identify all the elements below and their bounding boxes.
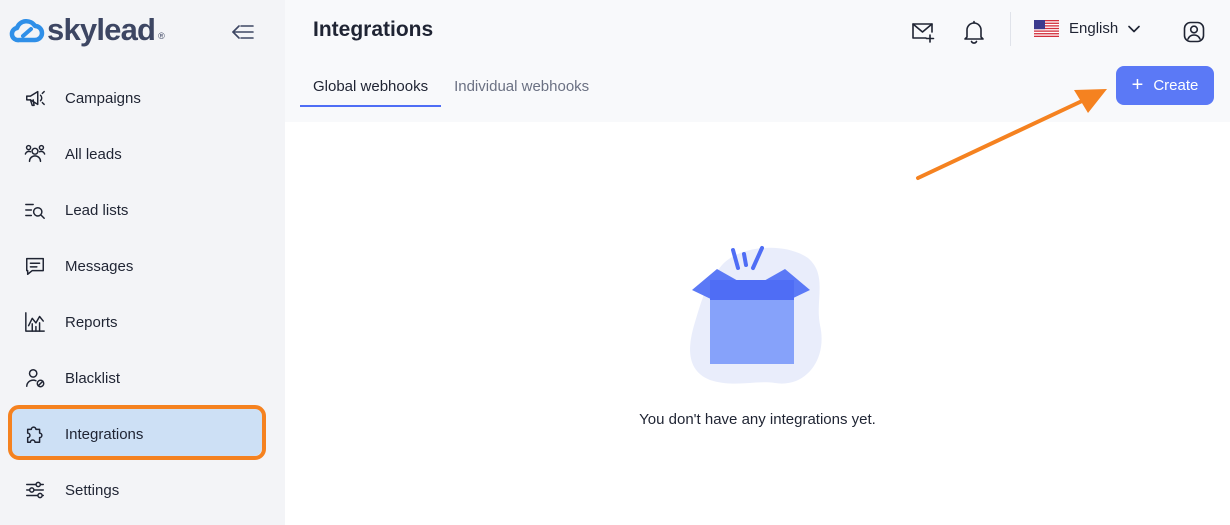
language-selector[interactable]: English — [1034, 20, 1141, 37]
collapse-sidebar-button[interactable] — [230, 20, 256, 44]
sidebar-item-campaigns[interactable]: Campaigns — [0, 70, 285, 126]
sidebar-item-reports[interactable]: Reports — [0, 294, 285, 350]
user-block-icon — [23, 366, 47, 390]
user-avatar-icon — [1183, 21, 1205, 43]
sliders-icon — [23, 478, 47, 502]
empty-box-illustration — [690, 246, 822, 384]
sidebar-item-label: All leads — [65, 145, 122, 163]
brand-name: skylead — [47, 12, 156, 47]
sidebar-item-label: Reports — [65, 313, 118, 331]
sidebar-item-label: Messages — [65, 257, 134, 275]
mail-plus-icon — [912, 23, 935, 43]
tab-individual-webhooks[interactable]: Individual webhooks — [441, 70, 602, 107]
page-title: Integrations — [313, 18, 434, 41]
sidebar-item-integrations[interactable]: Integrations — [0, 405, 285, 462]
megaphone-icon — [23, 86, 47, 110]
sidebar-item-label: Blacklist — [65, 369, 121, 387]
sidebar-item-messages[interactable]: Messages — [0, 238, 285, 294]
sidebar: skylead ® Campaigns All leads Lead lists… — [0, 0, 285, 525]
sidebar-item-label: Settings — [65, 481, 120, 499]
users-icon — [23, 142, 47, 166]
cloud-logo-icon — [9, 18, 45, 42]
empty-state-message: You don't have any integrations yet. — [639, 411, 876, 428]
sidebar-item-label: Integrations — [65, 425, 144, 443]
main-content: Integrations English Global webhooks Ind… — [285, 0, 1230, 525]
skylead-logo[interactable]: skylead ® — [9, 14, 165, 45]
sidebar-item-label: Campaigns — [65, 89, 141, 107]
invite-mail-button[interactable] — [909, 18, 937, 46]
sidebar-item-blacklist[interactable]: Blacklist — [0, 350, 285, 406]
tab-global-webhooks[interactable]: Global webhooks — [300, 70, 442, 107]
list-search-icon — [23, 198, 47, 222]
bell-icon — [964, 20, 984, 44]
page-header: Integrations English Global webhooks Ind… — [285, 0, 1230, 122]
collapse-arrow-icon — [232, 25, 254, 39]
profile-button[interactable] — [1180, 18, 1208, 46]
language-label: English — [1069, 20, 1119, 37]
plus-icon: + — [1131, 73, 1144, 96]
sidebar-nav: Campaigns All leads Lead lists Messages … — [0, 70, 285, 518]
chart-icon — [23, 310, 47, 334]
header-divider — [1010, 12, 1011, 46]
puzzle-icon — [23, 422, 47, 446]
us-flag-icon — [1034, 20, 1059, 37]
sidebar-item-label: Lead lists — [65, 201, 129, 219]
sidebar-item-settings[interactable]: Settings — [0, 462, 285, 518]
sidebar-item-all-leads[interactable]: All leads — [0, 126, 285, 182]
message-icon — [23, 254, 47, 278]
sidebar-item-lead-lists[interactable]: Lead lists — [0, 182, 285, 238]
registered-mark: ® — [158, 31, 165, 41]
create-button[interactable]: + Create — [1116, 66, 1214, 105]
webhook-tabs: Global webhooks Individual webhooks — [300, 70, 602, 107]
chevron-down-icon — [1128, 25, 1141, 32]
create-button-label: Create — [1153, 77, 1199, 94]
notifications-button[interactable] — [960, 18, 988, 46]
